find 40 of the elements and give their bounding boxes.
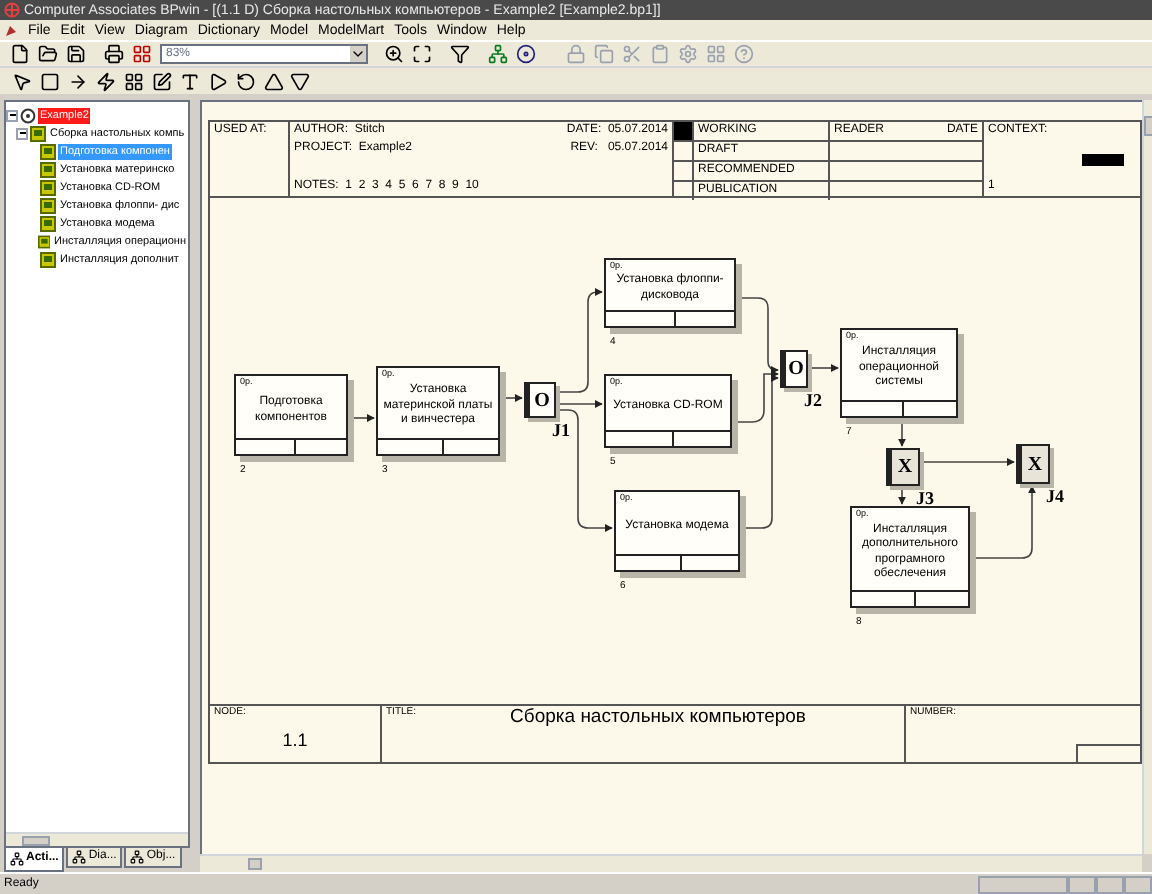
hierarchy-icon bbox=[130, 850, 145, 864]
tree-toggle[interactable] bbox=[16, 127, 28, 139]
edit-icon[interactable] bbox=[148, 69, 174, 93]
fit-icon[interactable] bbox=[408, 42, 434, 66]
app-icon bbox=[4, 2, 20, 18]
box-icon[interactable] bbox=[36, 69, 62, 93]
lightning-icon[interactable] bbox=[92, 69, 118, 93]
open-folder-icon[interactable] bbox=[34, 42, 60, 66]
junction-box: X bbox=[886, 448, 920, 486]
context-thumbnail bbox=[1082, 153, 1124, 165]
hierarchy-icon bbox=[72, 850, 87, 864]
save-icon[interactable] bbox=[62, 42, 88, 66]
triangle-down-icon[interactable] bbox=[288, 69, 314, 93]
connector-arrow bbox=[555, 288, 603, 393]
pointer-icon[interactable] bbox=[8, 69, 34, 93]
printer-icon[interactable] bbox=[100, 42, 126, 66]
undo-icon[interactable] bbox=[232, 69, 258, 93]
junction-label: J2 bbox=[804, 392, 822, 410]
tree-toggle[interactable] bbox=[6, 109, 18, 121]
grid-icon[interactable] bbox=[120, 69, 146, 93]
triangle-up-icon[interactable] bbox=[260, 69, 286, 93]
connector-arrow bbox=[919, 458, 1015, 466]
diagram-title: Сборка настольных компьютеров bbox=[508, 706, 808, 732]
connector-arrow bbox=[898, 485, 906, 505]
junction-label: J3 bbox=[916, 490, 934, 508]
zoom-in-icon[interactable] bbox=[380, 42, 406, 66]
junction-label: J1 bbox=[552, 422, 570, 440]
junction-box: X bbox=[1016, 444, 1050, 484]
junction-box: O bbox=[780, 350, 808, 388]
node-number: 1.1 bbox=[280, 727, 310, 753]
filter-icon[interactable] bbox=[446, 42, 472, 66]
junction-box: O bbox=[524, 382, 556, 418]
status-panel bbox=[1124, 875, 1152, 893]
status-panel bbox=[1096, 875, 1124, 893]
dropdown-icon bbox=[350, 46, 366, 62]
disc-icon[interactable] bbox=[512, 42, 538, 66]
junction-label: J4 bbox=[1046, 488, 1064, 506]
hierarchy-icon[interactable] bbox=[484, 42, 510, 66]
connector-arrow bbox=[807, 364, 839, 372]
hierarchy-icon bbox=[10, 852, 24, 866]
